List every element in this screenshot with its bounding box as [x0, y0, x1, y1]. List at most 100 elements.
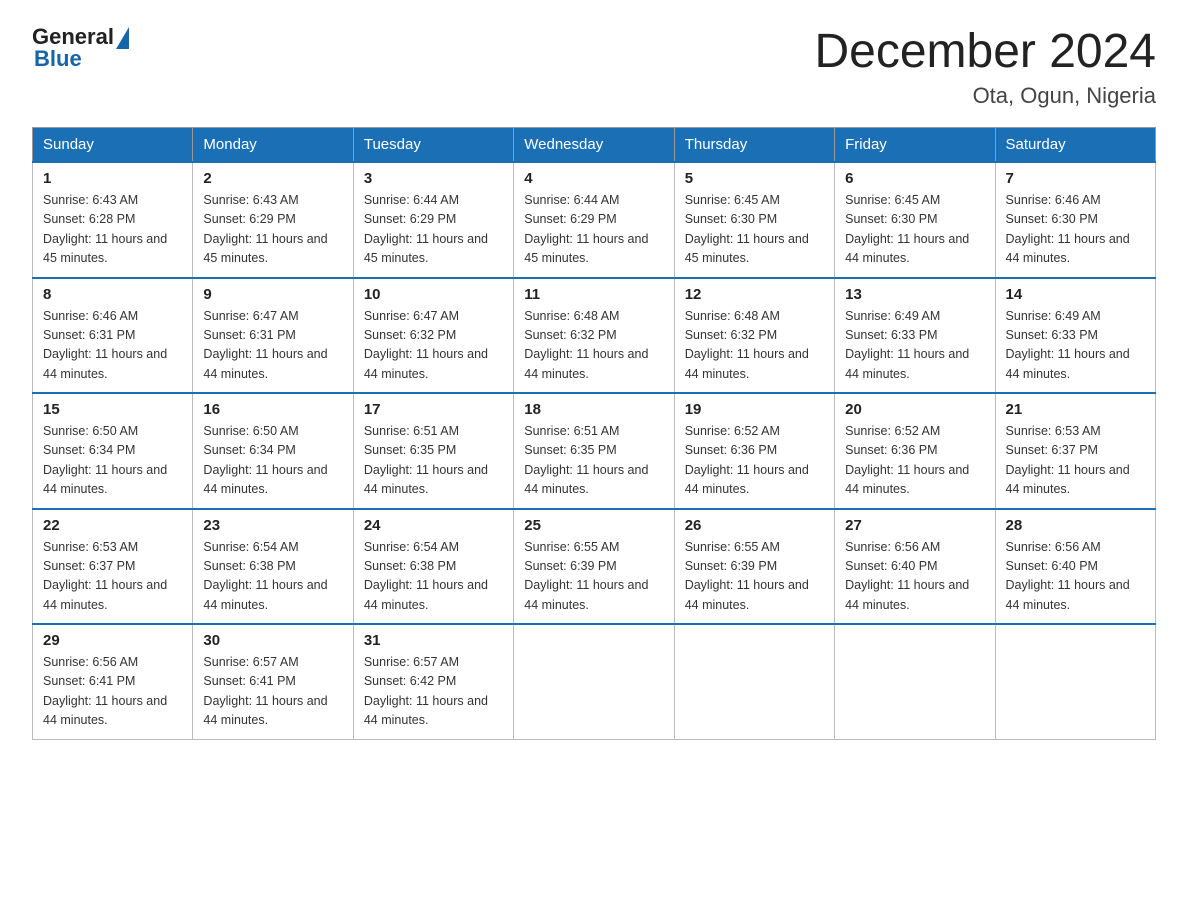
calendar-cell: 15 Sunrise: 6:50 AMSunset: 6:34 PMDaylig… — [33, 393, 193, 509]
calendar-week-row: 29 Sunrise: 6:56 AMSunset: 6:41 PMDaylig… — [33, 624, 1156, 739]
day-number: 4 — [524, 170, 663, 187]
calendar-cell: 10 Sunrise: 6:47 AMSunset: 6:32 PMDaylig… — [353, 278, 513, 394]
day-number: 31 — [364, 632, 503, 649]
day-info: Sunrise: 6:48 AMSunset: 6:32 PMDaylight:… — [524, 307, 663, 385]
day-number: 22 — [43, 517, 182, 534]
calendar-cell: 4 Sunrise: 6:44 AMSunset: 6:29 PMDayligh… — [514, 162, 674, 278]
calendar-cell: 1 Sunrise: 6:43 AMSunset: 6:28 PMDayligh… — [33, 162, 193, 278]
calendar-cell: 12 Sunrise: 6:48 AMSunset: 6:32 PMDaylig… — [674, 278, 834, 394]
day-number: 8 — [43, 286, 182, 303]
day-number: 9 — [203, 286, 342, 303]
day-info: Sunrise: 6:57 AMSunset: 6:41 PMDaylight:… — [203, 653, 342, 731]
calendar-cell: 19 Sunrise: 6:52 AMSunset: 6:36 PMDaylig… — [674, 393, 834, 509]
calendar-cell: 23 Sunrise: 6:54 AMSunset: 6:38 PMDaylig… — [193, 509, 353, 625]
calendar-cell: 11 Sunrise: 6:48 AMSunset: 6:32 PMDaylig… — [514, 278, 674, 394]
day-info: Sunrise: 6:51 AMSunset: 6:35 PMDaylight:… — [524, 422, 663, 500]
day-info: Sunrise: 6:47 AMSunset: 6:32 PMDaylight:… — [364, 307, 503, 385]
day-number: 6 — [845, 170, 984, 187]
calendar-cell: 8 Sunrise: 6:46 AMSunset: 6:31 PMDayligh… — [33, 278, 193, 394]
calendar-cell: 24 Sunrise: 6:54 AMSunset: 6:38 PMDaylig… — [353, 509, 513, 625]
day-info: Sunrise: 6:44 AMSunset: 6:29 PMDaylight:… — [364, 191, 503, 269]
calendar-cell: 29 Sunrise: 6:56 AMSunset: 6:41 PMDaylig… — [33, 624, 193, 739]
day-info: Sunrise: 6:55 AMSunset: 6:39 PMDaylight:… — [685, 538, 824, 616]
calendar-cell: 17 Sunrise: 6:51 AMSunset: 6:35 PMDaylig… — [353, 393, 513, 509]
calendar-week-row: 15 Sunrise: 6:50 AMSunset: 6:34 PMDaylig… — [33, 393, 1156, 509]
calendar-header-row: SundayMondayTuesdayWednesdayThursdayFrid… — [33, 128, 1156, 163]
calendar-cell — [835, 624, 995, 739]
calendar-cell: 2 Sunrise: 6:43 AMSunset: 6:29 PMDayligh… — [193, 162, 353, 278]
calendar-cell: 22 Sunrise: 6:53 AMSunset: 6:37 PMDaylig… — [33, 509, 193, 625]
day-number: 19 — [685, 401, 824, 418]
day-info: Sunrise: 6:46 AMSunset: 6:31 PMDaylight:… — [43, 307, 182, 385]
day-number: 29 — [43, 632, 182, 649]
calendar-week-row: 1 Sunrise: 6:43 AMSunset: 6:28 PMDayligh… — [33, 162, 1156, 278]
calendar-cell — [674, 624, 834, 739]
calendar-cell: 16 Sunrise: 6:50 AMSunset: 6:34 PMDaylig… — [193, 393, 353, 509]
calendar-weekday-saturday: Saturday — [995, 128, 1155, 163]
day-number: 12 — [685, 286, 824, 303]
calendar-cell — [995, 624, 1155, 739]
calendar-cell: 18 Sunrise: 6:51 AMSunset: 6:35 PMDaylig… — [514, 393, 674, 509]
page-header: General Blue December 2024 Ota, Ogun, Ni… — [32, 24, 1156, 109]
title-block: December 2024 Ota, Ogun, Nigeria — [814, 24, 1156, 109]
calendar-cell: 21 Sunrise: 6:53 AMSunset: 6:37 PMDaylig… — [995, 393, 1155, 509]
day-info: Sunrise: 6:57 AMSunset: 6:42 PMDaylight:… — [364, 653, 503, 731]
calendar-cell: 25 Sunrise: 6:55 AMSunset: 6:39 PMDaylig… — [514, 509, 674, 625]
day-info: Sunrise: 6:53 AMSunset: 6:37 PMDaylight:… — [43, 538, 182, 616]
day-number: 7 — [1006, 170, 1145, 187]
day-number: 18 — [524, 401, 663, 418]
day-info: Sunrise: 6:47 AMSunset: 6:31 PMDaylight:… — [203, 307, 342, 385]
day-number: 21 — [1006, 401, 1145, 418]
calendar-cell: 5 Sunrise: 6:45 AMSunset: 6:30 PMDayligh… — [674, 162, 834, 278]
calendar-cell: 7 Sunrise: 6:46 AMSunset: 6:30 PMDayligh… — [995, 162, 1155, 278]
day-info: Sunrise: 6:51 AMSunset: 6:35 PMDaylight:… — [364, 422, 503, 500]
day-info: Sunrise: 6:45 AMSunset: 6:30 PMDaylight:… — [845, 191, 984, 269]
day-info: Sunrise: 6:56 AMSunset: 6:40 PMDaylight:… — [1006, 538, 1145, 616]
calendar-cell: 3 Sunrise: 6:44 AMSunset: 6:29 PMDayligh… — [353, 162, 513, 278]
calendar-cell: 26 Sunrise: 6:55 AMSunset: 6:39 PMDaylig… — [674, 509, 834, 625]
day-number: 30 — [203, 632, 342, 649]
calendar-cell: 13 Sunrise: 6:49 AMSunset: 6:33 PMDaylig… — [835, 278, 995, 394]
day-number: 28 — [1006, 517, 1145, 534]
day-number: 2 — [203, 170, 342, 187]
day-info: Sunrise: 6:46 AMSunset: 6:30 PMDaylight:… — [1006, 191, 1145, 269]
calendar-cell: 9 Sunrise: 6:47 AMSunset: 6:31 PMDayligh… — [193, 278, 353, 394]
page-subtitle: Ota, Ogun, Nigeria — [814, 83, 1156, 109]
day-info: Sunrise: 6:50 AMSunset: 6:34 PMDaylight:… — [43, 422, 182, 500]
calendar-weekday-friday: Friday — [835, 128, 995, 163]
day-number: 13 — [845, 286, 984, 303]
day-info: Sunrise: 6:52 AMSunset: 6:36 PMDaylight:… — [685, 422, 824, 500]
day-info: Sunrise: 6:45 AMSunset: 6:30 PMDaylight:… — [685, 191, 824, 269]
calendar-weekday-wednesday: Wednesday — [514, 128, 674, 163]
calendar-weekday-tuesday: Tuesday — [353, 128, 513, 163]
calendar-cell: 31 Sunrise: 6:57 AMSunset: 6:42 PMDaylig… — [353, 624, 513, 739]
day-info: Sunrise: 6:56 AMSunset: 6:40 PMDaylight:… — [845, 538, 984, 616]
page-title: December 2024 — [814, 24, 1156, 79]
calendar-cell: 30 Sunrise: 6:57 AMSunset: 6:41 PMDaylig… — [193, 624, 353, 739]
day-number: 24 — [364, 517, 503, 534]
calendar-week-row: 22 Sunrise: 6:53 AMSunset: 6:37 PMDaylig… — [33, 509, 1156, 625]
day-number: 26 — [685, 517, 824, 534]
calendar-weekday-sunday: Sunday — [33, 128, 193, 163]
day-info: Sunrise: 6:49 AMSunset: 6:33 PMDaylight:… — [1006, 307, 1145, 385]
day-number: 16 — [203, 401, 342, 418]
day-info: Sunrise: 6:56 AMSunset: 6:41 PMDaylight:… — [43, 653, 182, 731]
day-info: Sunrise: 6:52 AMSunset: 6:36 PMDaylight:… — [845, 422, 984, 500]
day-info: Sunrise: 6:48 AMSunset: 6:32 PMDaylight:… — [685, 307, 824, 385]
day-number: 3 — [364, 170, 503, 187]
day-number: 27 — [845, 517, 984, 534]
calendar-cell: 28 Sunrise: 6:56 AMSunset: 6:40 PMDaylig… — [995, 509, 1155, 625]
day-info: Sunrise: 6:43 AMSunset: 6:29 PMDaylight:… — [203, 191, 342, 269]
day-number: 10 — [364, 286, 503, 303]
day-info: Sunrise: 6:43 AMSunset: 6:28 PMDaylight:… — [43, 191, 182, 269]
day-info: Sunrise: 6:54 AMSunset: 6:38 PMDaylight:… — [203, 538, 342, 616]
logo-triangle-icon — [116, 27, 129, 49]
day-info: Sunrise: 6:55 AMSunset: 6:39 PMDaylight:… — [524, 538, 663, 616]
day-number: 15 — [43, 401, 182, 418]
day-info: Sunrise: 6:44 AMSunset: 6:29 PMDaylight:… — [524, 191, 663, 269]
calendar-week-row: 8 Sunrise: 6:46 AMSunset: 6:31 PMDayligh… — [33, 278, 1156, 394]
day-number: 1 — [43, 170, 182, 187]
calendar-cell — [514, 624, 674, 739]
day-number: 23 — [203, 517, 342, 534]
day-number: 5 — [685, 170, 824, 187]
